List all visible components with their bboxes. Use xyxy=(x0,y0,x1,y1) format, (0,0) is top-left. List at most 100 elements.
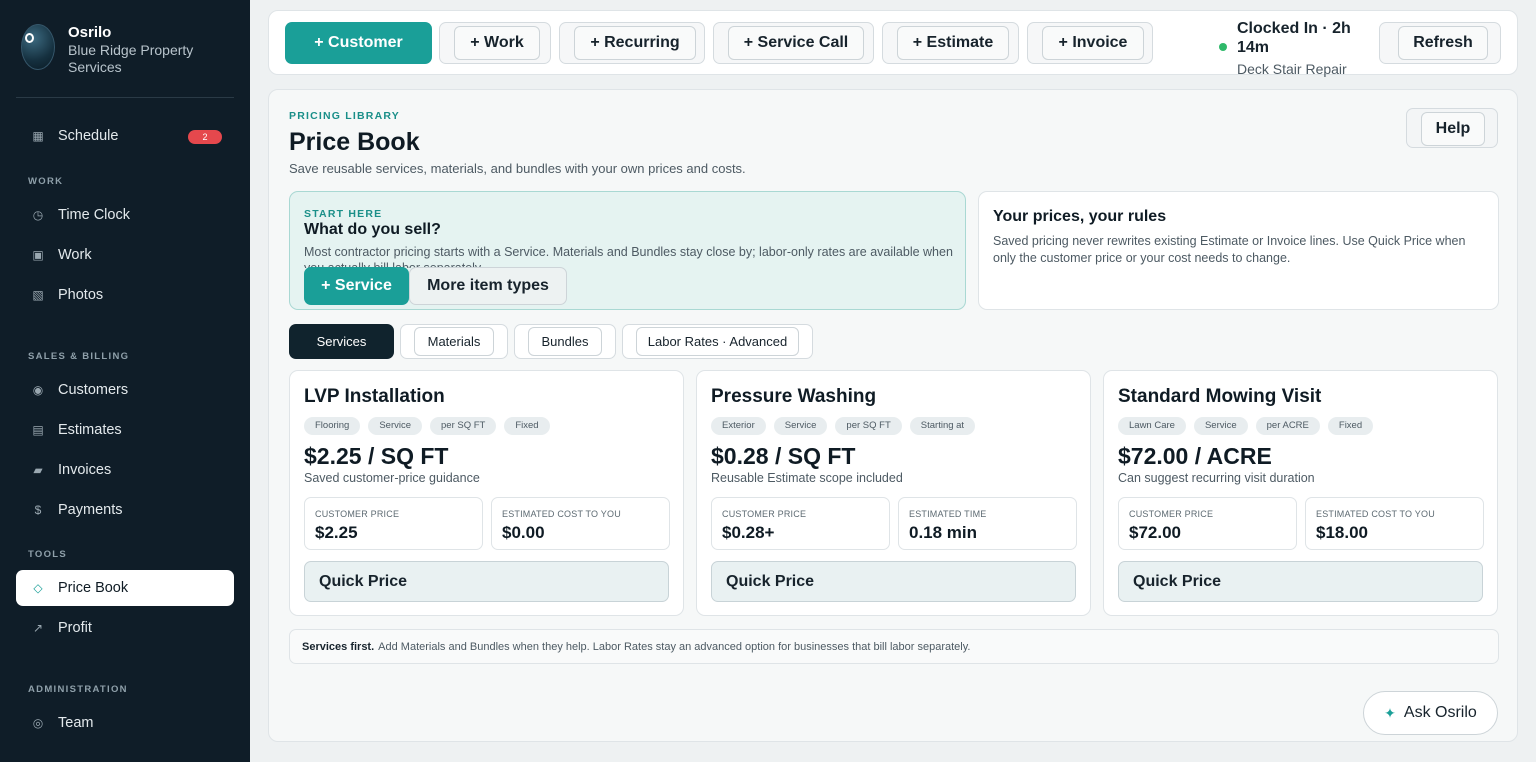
tab-materials-label: Materials xyxy=(414,327,494,356)
sidebar-item-label: Invoices xyxy=(58,462,112,478)
brand-subtitle: Blue Ridge Property Services xyxy=(68,42,194,75)
help-label: Help xyxy=(1421,112,1485,146)
tab-labor-rates[interactable]: Labor Rates · Advanced xyxy=(622,324,813,359)
brand-logo xyxy=(21,24,55,70)
start-eyebrow: START HERE xyxy=(304,208,383,220)
page-eyebrow: PRICING LIBRARY xyxy=(289,110,400,122)
add-invoice-button[interactable]: + Invoice xyxy=(1027,22,1153,64)
sidebar-item-estimates[interactable]: ▤ Estimates xyxy=(16,412,234,448)
sidebar-item-work[interactable]: ▣ Work xyxy=(16,237,234,273)
add-invoice-label: + Invoice xyxy=(1042,26,1144,60)
service-note: Reusable Estimate scope included xyxy=(711,471,903,485)
sparkle-icon: ✦ xyxy=(1384,704,1396,721)
add-estimate-button[interactable]: + Estimate xyxy=(882,22,1019,64)
more-item-types-button[interactable]: More item types xyxy=(409,267,567,305)
brand: Osrilo Blue Ridge Property Services xyxy=(21,24,228,76)
add-service-call-button[interactable]: + Service Call xyxy=(713,22,874,64)
sidebar-item-label: Photos xyxy=(58,287,104,303)
tab-materials[interactable]: Materials xyxy=(400,324,508,359)
section-label-admin: ADMINISTRATION xyxy=(28,684,128,695)
service-price: $2.25 / SQ FT xyxy=(304,443,449,469)
price-book-panel: PRICING LIBRARY Price Book Save reusable… xyxy=(268,89,1518,742)
sidebar-item-price-book[interactable]: ◇ Price Book xyxy=(16,570,234,606)
sidebar-item-customers[interactable]: ◉ Customers xyxy=(16,372,234,408)
sidebar-item-schedule[interactable]: ▦ Schedule 2 xyxy=(16,118,234,154)
tag-chip: Exterior xyxy=(711,417,766,435)
sidebar-divider xyxy=(16,97,234,98)
sidebar-item-label: Time Clock xyxy=(58,207,130,223)
top-action-bar: + Customer + Work + Recurring + Service … xyxy=(268,10,1518,77)
status-dot-icon xyxy=(1219,43,1227,51)
section-label-sales: SALES & BILLING xyxy=(28,351,130,362)
stat-label: CUSTOMER PRICE xyxy=(315,509,400,519)
stat-value: 0.18 min xyxy=(909,523,978,542)
sidebar-item-label: Customers xyxy=(58,382,129,398)
quick-price-button[interactable]: Quick Price xyxy=(1118,561,1483,602)
sidebar-item-label: Estimates xyxy=(58,422,122,438)
add-service-button[interactable]: + Service xyxy=(304,267,409,305)
clock-job-name: Deck Stair Repair xyxy=(1237,61,1347,77)
clock-status-text: Clocked In · 2h 14m xyxy=(1237,20,1351,56)
refresh-label: Refresh xyxy=(1398,26,1488,60)
tag-chip: Service xyxy=(1193,417,1248,435)
service-card-standard-mowing-visit: Standard Mowing Visit Lawn Care Service … xyxy=(1103,370,1498,616)
stat-value: $2.25 xyxy=(315,523,358,542)
stat-label: ESTIMATED TIME xyxy=(909,509,987,519)
start-here-card: START HERE What do you sell? Most contra… xyxy=(289,191,966,310)
calendar-icon: ▦ xyxy=(32,129,44,143)
page-title: Price Book xyxy=(289,128,420,156)
tab-services[interactable]: Services xyxy=(289,324,394,359)
service-name: Standard Mowing Visit xyxy=(1118,386,1322,407)
add-estimate-label: + Estimate xyxy=(897,26,1009,60)
add-work-button[interactable]: + Work xyxy=(439,22,551,64)
refresh-button[interactable]: Refresh xyxy=(1379,22,1501,64)
add-recurring-button[interactable]: + Recurring xyxy=(559,22,705,64)
sidebar-item-label: Team xyxy=(58,715,94,731)
stat-label: ESTIMATED COST TO YOU xyxy=(502,509,621,519)
customer-price-stat: CUSTOMER PRICE $72.00 xyxy=(1118,497,1297,550)
service-name: Pressure Washing xyxy=(711,386,877,407)
estimated-time-stat: ESTIMATED TIME 0.18 min xyxy=(898,497,1077,550)
page-subtitle: Save reusable services, materials, and b… xyxy=(289,161,746,176)
estimated-cost-stat: ESTIMATED COST TO YOU $0.00 xyxy=(491,497,670,550)
section-label-tools: TOOLS xyxy=(28,549,68,560)
ask-osrilo-button[interactable]: ✦ Ask Osrilo xyxy=(1363,691,1498,735)
dollar-icon: $ xyxy=(34,503,42,517)
help-button[interactable]: Help xyxy=(1406,108,1498,148)
tab-bundles[interactable]: Bundles xyxy=(514,324,616,359)
sidebar-item-time-clock[interactable]: ◷ Time Clock xyxy=(16,197,234,233)
add-recurring-label: + Recurring xyxy=(574,26,696,60)
trend-icon: ↗ xyxy=(32,621,44,635)
service-note: Saved customer-price guidance xyxy=(304,471,480,485)
service-price: $0.28 / SQ FT xyxy=(711,443,856,469)
sidebar-item-label: Work xyxy=(58,247,92,263)
stat-label: CUSTOMER PRICE xyxy=(1129,509,1214,519)
tag-chip: Fixed xyxy=(1327,417,1374,435)
sidebar-item-team[interactable]: ◎ Team xyxy=(16,705,234,741)
rules-description: Saved pricing never rewrites existing Es… xyxy=(993,234,1466,265)
customer-price-stat: CUSTOMER PRICE $0.28+ xyxy=(711,497,890,550)
ask-osrilo-label: Ask Osrilo xyxy=(1403,704,1477,721)
customer-price-stat: CUSTOMER PRICE $2.25 xyxy=(304,497,483,550)
quick-price-button[interactable]: Quick Price xyxy=(711,561,1076,602)
schedule-count-badge: 2 xyxy=(188,130,222,144)
quick-price-button[interactable]: Quick Price xyxy=(304,561,669,602)
tag-chip: per SQ FT xyxy=(835,417,902,435)
stat-value: $18.00 xyxy=(1316,523,1368,542)
sidebar-item-invoices[interactable]: ▰ Invoices xyxy=(16,452,234,488)
estimated-cost-stat: ESTIMATED COST TO YOU $18.00 xyxy=(1305,497,1484,550)
add-customer-button[interactable]: + Customer xyxy=(285,22,432,64)
sidebar-item-payments[interactable]: $ Payments xyxy=(16,492,234,528)
service-tags: Lawn Care Service per ACRE Fixed xyxy=(1118,417,1374,435)
tab-bundles-label: Bundles xyxy=(528,327,602,356)
add-service-call-label: + Service Call xyxy=(728,26,864,60)
clock-icon: ◷ xyxy=(32,208,44,222)
sidebar-item-photos[interactable]: ▧ Photos xyxy=(16,277,234,313)
sidebar-item-label: Profit xyxy=(58,620,92,636)
stat-label: CUSTOMER PRICE xyxy=(722,509,807,519)
sidebar-item-profit[interactable]: ↗ Profit xyxy=(16,610,234,646)
service-tags: Flooring Service per SQ FT Fixed xyxy=(304,417,550,435)
sidebar-item-label: Price Book xyxy=(58,580,129,596)
service-card-pressure-washing: Pressure Washing Exterior Service per SQ… xyxy=(696,370,1091,616)
service-name: LVP Installation xyxy=(304,386,445,407)
